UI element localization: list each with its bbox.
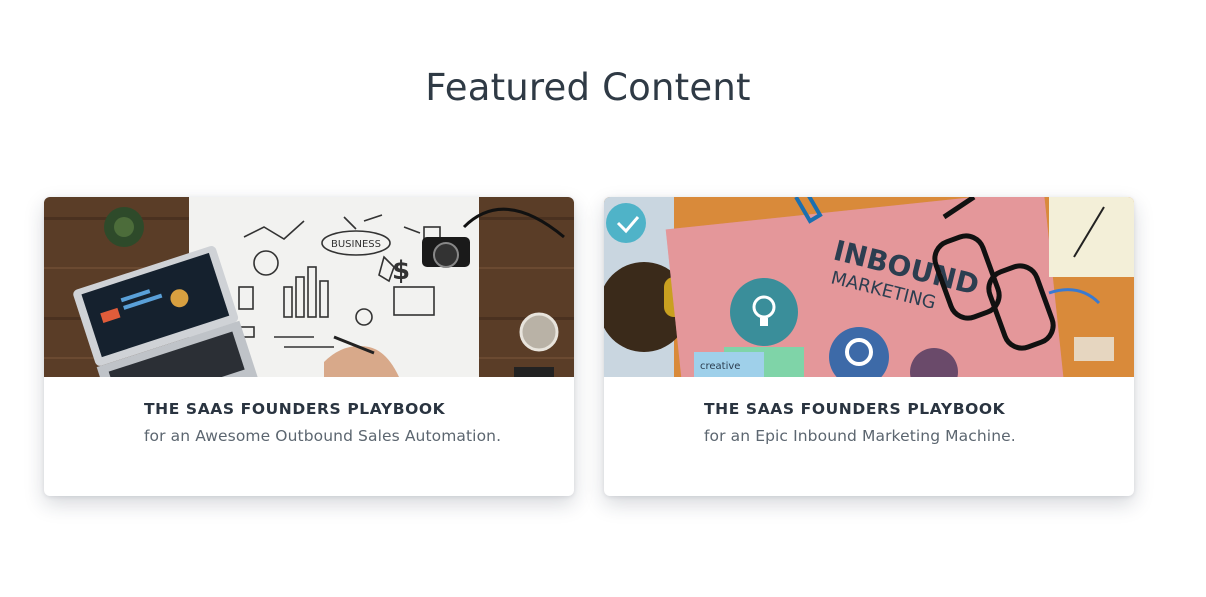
card-heading[interactable]: THE SAAS FOUNDERS PLAYBOOK [704,400,1005,418]
featured-card-outbound[interactable]: BUSINESS $ THE SAAS FOUNDERS PLAYBOOK fo… [44,197,574,496]
featured-card-inbound[interactable]: INBOUND MARKETING creative THE SAAS FOUN… [604,197,1134,496]
section-title: Featured Content [425,66,751,109]
card-heading[interactable]: THE SAAS FOUNDERS PLAYBOOK [144,400,445,418]
sketch-business-label: BUSINESS [331,239,381,250]
svg-text:$: $ [392,256,410,286]
card-image-business-sketch[interactable]: BUSINESS $ [44,197,574,377]
card-subtitle: for an Awesome Outbound Sales Automation… [144,427,502,445]
card-subtitle: for an Epic Inbound Marketing Machine. [704,427,1016,445]
sticky-note-creative: creative [700,361,740,372]
card-image-inbound-marketing[interactable]: INBOUND MARKETING creative [604,197,1134,377]
